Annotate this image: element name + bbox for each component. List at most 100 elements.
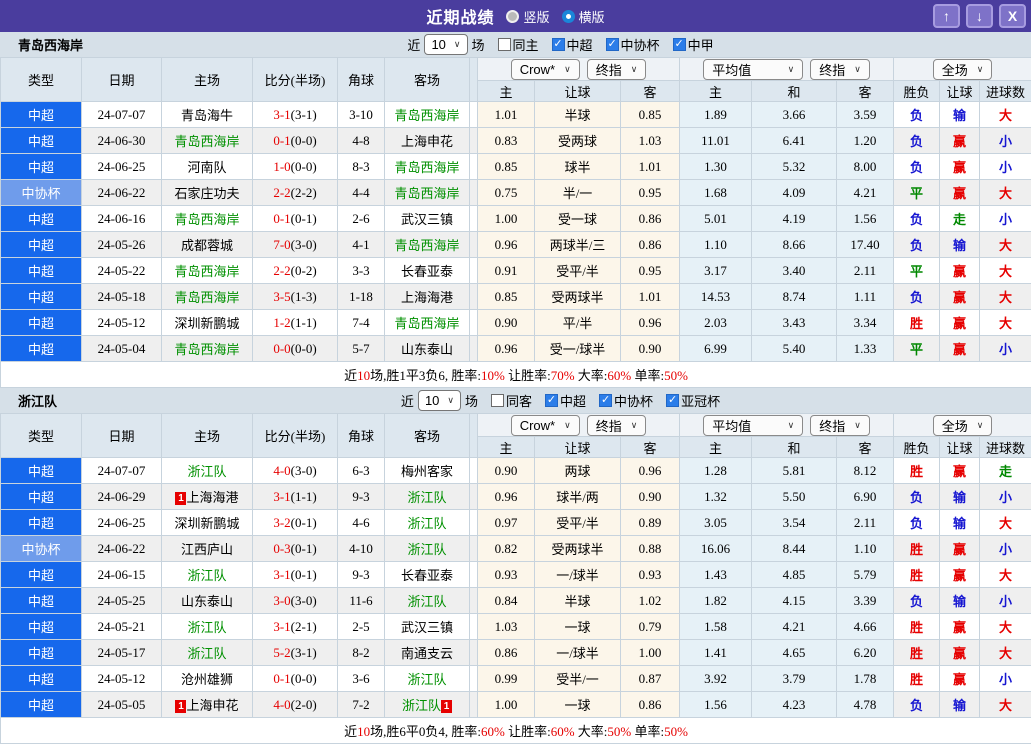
spacer-cell bbox=[470, 102, 478, 128]
average-odds-dropdown[interactable]: 平均值∨ bbox=[703, 59, 803, 80]
league-checkbox-中协杯[interactable]: ✓中协杯 bbox=[599, 391, 653, 410]
league-type-cell: 中超 bbox=[1, 102, 82, 128]
close-button[interactable]: X bbox=[999, 4, 1026, 28]
half-time-score: (2-1) bbox=[291, 619, 317, 634]
handicap-line-cell: 一球 bbox=[535, 692, 621, 718]
result-cell: 胜 bbox=[894, 666, 940, 692]
spacer-cell bbox=[470, 258, 478, 284]
team-label: 深圳新鹏城 bbox=[174, 316, 239, 331]
handicap-line-cell: 受两球半 bbox=[535, 536, 621, 562]
summary-segment: 近 bbox=[344, 724, 357, 739]
chevron-down-icon: ∨ bbox=[977, 421, 984, 430]
away-odds-cell: 0.86 bbox=[621, 232, 680, 258]
section-filter-bar: 青岛西海岸近10∨场同主✓中超✓中协杯✓中甲 bbox=[0, 32, 1031, 57]
checkbox-label: 中协杯 bbox=[621, 35, 660, 54]
handicap-result-cell: 赢 bbox=[940, 154, 980, 180]
titlebar: 近期战绩 竖版 横版 ↑ ↓ X bbox=[0, 0, 1031, 32]
summary-segment: 近 bbox=[344, 368, 357, 383]
goals-result-cell: 大 bbox=[980, 640, 1031, 666]
same-venue-checkbox[interactable]: 同客 bbox=[491, 391, 532, 410]
handicap-result-cell: 赢 bbox=[940, 258, 980, 284]
league-checkbox-中超[interactable]: ✓中超 bbox=[545, 391, 586, 410]
half-time-score: (3-0) bbox=[291, 593, 317, 608]
league-type-cell: 中超 bbox=[1, 588, 82, 614]
crow-odds-dropdown[interactable]: Crow*∨ bbox=[511, 415, 580, 436]
match-row: 中超24-06-30青岛西海岸0-1(0-0)4-8上海申花0.83受两球1.0… bbox=[1, 128, 1031, 154]
score-cell: 3-1(2-1) bbox=[253, 614, 338, 640]
final-index-dropdown-2[interactable]: 终指∨ bbox=[810, 59, 870, 80]
avg-home-cell: 1.28 bbox=[680, 458, 752, 484]
handicap-line-cell: 半球 bbox=[535, 102, 621, 128]
league-type-cell: 中协杯 bbox=[1, 180, 82, 206]
handicap-line-cell: 受半/一 bbox=[535, 666, 621, 692]
layout-radio-horizontal[interactable]: 横版 bbox=[562, 7, 605, 26]
full-time-score: 3-2 bbox=[273, 515, 290, 530]
date-cell: 24-05-25 bbox=[82, 588, 162, 614]
away-odds-cell: 1.00 bbox=[621, 640, 680, 666]
scroll-down-button[interactable]: ↓ bbox=[966, 4, 993, 28]
team-label: 浙江队 bbox=[187, 646, 226, 661]
league-checkbox-中甲[interactable]: ✓中甲 bbox=[673, 35, 714, 54]
handicap-line-cell: 球半/两 bbox=[535, 484, 621, 510]
away-odds-cell: 0.90 bbox=[621, 484, 680, 510]
date-cell: 24-05-21 bbox=[82, 614, 162, 640]
full-time-score: 3-1 bbox=[273, 619, 290, 634]
avg-draw-cell: 4.15 bbox=[752, 588, 837, 614]
result-cell: 负 bbox=[894, 232, 940, 258]
half-time-score: (0-0) bbox=[291, 133, 317, 148]
team-label: 河南队 bbox=[187, 160, 226, 175]
match-row: 中超24-05-25山东泰山3-0(3-0)11-6浙江队0.84半球1.021… bbox=[1, 588, 1031, 614]
away-team-cell: 青岛西海岸 bbox=[385, 102, 470, 128]
match-count-select[interactable]: 10∨ bbox=[424, 34, 467, 55]
dropdown-label: 终指 bbox=[819, 416, 845, 435]
league-checkbox-亚冠杯[interactable]: ✓亚冠杯 bbox=[666, 391, 720, 410]
dropdown-label: Crow* bbox=[520, 418, 555, 433]
score-cell: 4-0(3-0) bbox=[253, 458, 338, 484]
summary-segment: 场,胜6平0负4, 胜率: bbox=[370, 724, 481, 739]
away-team-cell: 浙江队 bbox=[385, 484, 470, 510]
scroll-up-button[interactable]: ↑ bbox=[933, 4, 960, 28]
league-checkbox-中协杯[interactable]: ✓中协杯 bbox=[606, 35, 660, 54]
half-time-score: (0-1) bbox=[291, 211, 317, 226]
spacer-cell bbox=[470, 484, 478, 510]
team-label: 沧州雄狮 bbox=[181, 672, 233, 687]
subcolumn-header: 主 bbox=[680, 81, 752, 102]
date-cell: 24-05-17 bbox=[82, 640, 162, 666]
avg-home-cell: 1.41 bbox=[680, 640, 752, 666]
corner-cell: 3-3 bbox=[338, 258, 385, 284]
average-odds-dropdown[interactable]: 平均值∨ bbox=[703, 415, 803, 436]
final-index-dropdown-2[interactable]: 终指∨ bbox=[810, 415, 870, 436]
half-time-score: (0-1) bbox=[291, 541, 317, 556]
dropdown-label: 全场 bbox=[942, 60, 968, 79]
final-index-dropdown[interactable]: 终指∨ bbox=[587, 415, 647, 436]
crow-odds-dropdown[interactable]: Crow*∨ bbox=[511, 59, 580, 80]
away-odds-cell: 1.02 bbox=[621, 588, 680, 614]
handicap-line-cell: 半球 bbox=[535, 588, 621, 614]
handicap-line-cell: 平/半 bbox=[535, 310, 621, 336]
full-match-dropdown[interactable]: 全场∨ bbox=[933, 59, 993, 80]
team-name: 浙江队 bbox=[18, 391, 57, 410]
home-odds-cell: 0.99 bbox=[478, 666, 535, 692]
spacer-cell bbox=[470, 284, 478, 310]
score-cell: 0-1(0-1) bbox=[253, 206, 338, 232]
goals-result-cell: 小 bbox=[980, 666, 1031, 692]
same-venue-checkbox[interactable]: 同主 bbox=[498, 35, 539, 54]
league-checkbox-中超[interactable]: ✓中超 bbox=[552, 35, 593, 54]
away-team-cell: 青岛西海岸 bbox=[385, 180, 470, 206]
checkbox-label: 中超 bbox=[560, 391, 586, 410]
home-odds-cell: 0.86 bbox=[478, 640, 535, 666]
column-header: 类型 bbox=[1, 58, 82, 102]
home-team-cell: 浙江队 bbox=[162, 458, 253, 484]
score-cell: 3-1(3-1) bbox=[253, 102, 338, 128]
layout-radio-vertical[interactable]: 竖版 bbox=[506, 7, 549, 26]
final-index-dropdown[interactable]: 终指∨ bbox=[587, 59, 647, 80]
spacer-cell bbox=[470, 614, 478, 640]
match-row: 中超24-05-04青岛西海岸0-0(0-0)5-7山东泰山0.96受一/球半0… bbox=[1, 336, 1031, 362]
subcolumn-header: 和 bbox=[752, 437, 837, 458]
checkbox-label: 亚冠杯 bbox=[681, 391, 720, 410]
column-header: 客场 bbox=[385, 58, 470, 102]
home-team-cell: 青岛西海岸 bbox=[162, 128, 253, 154]
full-match-dropdown[interactable]: 全场∨ bbox=[933, 415, 993, 436]
match-count-select[interactable]: 10∨ bbox=[418, 390, 461, 411]
away-team-cell: 山东泰山 bbox=[385, 336, 470, 362]
